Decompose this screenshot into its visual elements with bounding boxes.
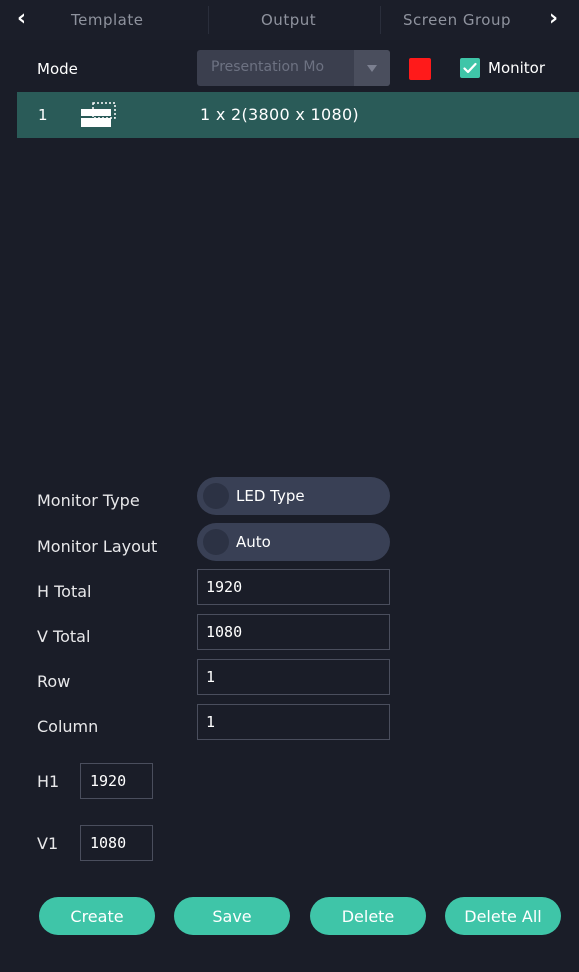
monitor-checkbox[interactable] (460, 58, 480, 78)
tab-bar: ‹ Template Output Screen Group › (0, 0, 579, 40)
h1-label: H1 (37, 772, 60, 791)
screen-list (17, 138, 579, 468)
mode-row: Mode Presentation Mo Monitor (0, 48, 579, 90)
color-swatch[interactable] (409, 58, 431, 80)
delete-button[interactable]: Delete (310, 897, 426, 935)
dropdown-arrow-icon[interactable] (354, 50, 390, 86)
delete-all-button[interactable]: Delete All (445, 897, 561, 935)
monitor-type-label: Monitor Type (37, 491, 140, 510)
toggle-knob (203, 529, 229, 555)
layout-icon (81, 102, 116, 127)
monitor-checkbox-label: Monitor (488, 59, 546, 77)
monitor-layout-toggle[interactable]: Auto (197, 523, 390, 561)
check-icon (463, 62, 477, 74)
tab-divider (380, 6, 381, 34)
h-total-input[interactable]: 1920 (197, 569, 390, 605)
list-item-text: 1 x 2(3800 x 1080) (200, 105, 359, 124)
column-input[interactable]: 1 (197, 704, 390, 740)
tab-template[interactable]: Template (71, 11, 143, 29)
mode-label: Mode (37, 60, 78, 78)
mode-select-value: Presentation Mo (211, 59, 325, 75)
tab-output[interactable]: Output (261, 11, 316, 29)
v1-label: V1 (37, 834, 59, 853)
chevron-left-icon[interactable]: ‹ (17, 6, 26, 32)
tab-divider (208, 6, 209, 34)
h-total-label: H Total (37, 582, 92, 601)
monitor-layout-label: Monitor Layout (37, 537, 158, 556)
v-total-label: V Total (37, 627, 91, 646)
list-item-index: 1 (38, 106, 48, 124)
monitor-type-toggle[interactable]: LED Type (197, 477, 390, 515)
monitor-layout-value: Auto (236, 533, 271, 551)
chevron-right-icon[interactable]: › (549, 6, 558, 32)
save-button[interactable]: Save (174, 897, 290, 935)
v1-input[interactable]: 1080 (80, 825, 153, 861)
h1-input[interactable]: 1920 (80, 763, 153, 799)
toggle-knob (203, 483, 229, 509)
monitor-type-value: LED Type (236, 487, 305, 505)
v-total-input[interactable]: 1080 (197, 614, 390, 650)
row-input[interactable]: 1 (197, 659, 390, 695)
mode-select[interactable]: Presentation Mo (197, 50, 390, 86)
list-item[interactable]: 1 1 x 2(3800 x 1080) (17, 92, 579, 138)
row-label: Row (37, 672, 71, 691)
tab-screen-group[interactable]: Screen Group (403, 11, 511, 29)
create-button[interactable]: Create (39, 897, 155, 935)
column-label: Column (37, 717, 99, 736)
